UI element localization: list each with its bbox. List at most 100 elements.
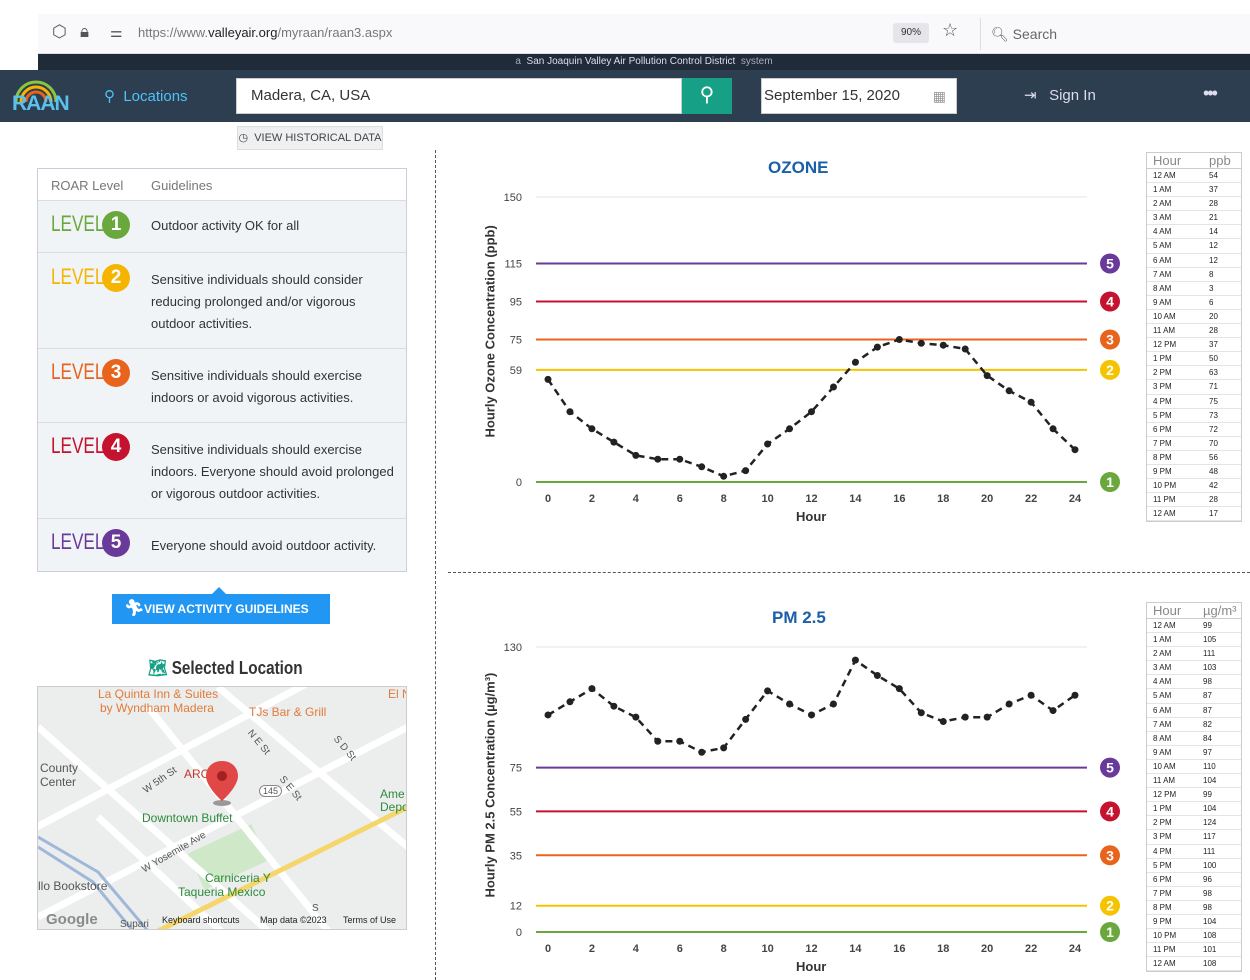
view-historical-data-button[interactable]: ◷ VIEW HISTORICAL DATA [237, 126, 383, 150]
more-menu-button[interactable]: ••• [1203, 83, 1218, 104]
pm25-data-point[interactable] [1027, 691, 1035, 699]
ozone-data-point[interactable] [654, 455, 662, 463]
location-input[interactable]: Madera, CA, USA [236, 78, 682, 114]
table-row: 9 PM 104 [1147, 915, 1241, 930]
permissions-icon[interactable]: ⚌ [110, 24, 123, 41]
pm25-data-point[interactable] [632, 713, 640, 721]
table-cell-value: 56 [1209, 452, 1218, 462]
vertical-divider [435, 150, 436, 980]
table-cell-value: 63 [1209, 368, 1218, 378]
pm25-x-tick-label: 0 [545, 943, 551, 955]
location-search-button[interactable]: ⚲ [682, 78, 732, 114]
table-row: 1 AM 105 [1147, 633, 1241, 648]
ozone-data-point[interactable] [632, 451, 640, 459]
pm25-data-point[interactable] [764, 687, 772, 695]
keyboard-shortcuts-link[interactable]: Keyboard shortcuts [162, 915, 240, 925]
pm25-data-point[interactable] [654, 737, 662, 745]
ozone-data-point[interactable] [873, 343, 881, 351]
ozone-data-point[interactable] [588, 425, 596, 433]
pm25-x-tick-label: 4 [633, 943, 640, 955]
locations-link[interactable]: ⚲ Locations [104, 87, 188, 105]
browser-search-box[interactable]: 🔍︎ Search [980, 18, 1250, 50]
map-poi-label: Ame [380, 787, 405, 801]
pm25-data-point[interactable] [829, 700, 837, 708]
pm25-data-point[interactable] [742, 715, 750, 723]
terms-of-use-link[interactable]: Terms of Use [343, 915, 396, 925]
ozone-data-point[interactable] [851, 358, 859, 366]
table-cell-value: 71 [1209, 382, 1218, 392]
bookmark-star-icon[interactable]: ☆ [942, 20, 958, 41]
pm25-data-point[interactable] [544, 711, 552, 719]
pm25-data-point[interactable] [917, 709, 925, 717]
date-picker[interactable]: September 15, 2020 ▦ [761, 78, 957, 114]
ozone-data-point[interactable] [764, 440, 772, 448]
lock-icon[interactable]: 🔒︎ [80, 22, 89, 42]
ozone-x-tick-label: 14 [849, 493, 862, 505]
ozone-data-point[interactable] [742, 467, 750, 475]
pm25-x-tick-label: 16 [893, 943, 905, 955]
pm25-data-point[interactable] [786, 700, 794, 708]
ozone-data-point[interactable] [566, 408, 574, 416]
ozone-data-point[interactable] [829, 383, 837, 391]
zoom-level-badge[interactable]: 90% [893, 23, 929, 43]
ozone-data-point[interactable] [544, 375, 552, 383]
table-cell-hour: 6 PM [1153, 424, 1172, 434]
pm25-data-point[interactable] [808, 711, 815, 719]
ozone-data-point[interactable] [808, 408, 815, 416]
table-row: 10 PM 42 [1147, 479, 1241, 494]
table-cell-value: 17 [1209, 509, 1218, 519]
pm25-data-point[interactable] [720, 744, 728, 752]
pm25-data-point[interactable] [610, 702, 618, 710]
ozone-data-point[interactable] [961, 345, 969, 353]
table-header-unit: µg/m³ [1203, 603, 1237, 618]
table-cell-hour: 2 PM [1153, 818, 1172, 828]
ozone-y-tick-label: 150 [504, 192, 522, 204]
map-poi-label: La Quinta Inn & Suites [98, 687, 219, 701]
ozone-data-point[interactable] [676, 455, 684, 463]
view-activity-guidelines-button[interactable]: 🏃︎ VIEW ACTIVITY GUIDELINES [112, 587, 330, 624]
table-cell-hour: 1 PM [1153, 354, 1172, 364]
ozone-data-point[interactable] [1071, 446, 1079, 454]
pm25-data-point[interactable] [1071, 691, 1079, 699]
ozone-data-point[interactable] [917, 339, 925, 347]
pm25-table-header: Hour µg/m³ [1147, 603, 1241, 619]
ozone-data-point[interactable] [895, 336, 903, 343]
location-map[interactable]: La Quinta Inn & Suites by Wyndham Madera… [37, 686, 407, 930]
ozone-data-point[interactable] [1049, 425, 1057, 433]
table-cell-value: 12 [1209, 241, 1218, 251]
ozone-data-point[interactable] [610, 438, 618, 446]
table-row: 7 AM 82 [1147, 718, 1241, 732]
ozone-data-point[interactable] [1005, 387, 1013, 395]
pm25-data-point[interactable] [1049, 707, 1057, 715]
pm25-data-point[interactable] [961, 713, 969, 721]
pm25-data-point[interactable] [676, 737, 684, 745]
ozone-data-point[interactable] [983, 372, 991, 380]
ozone-data-point[interactable] [786, 425, 794, 433]
pm25-data-point[interactable] [698, 748, 706, 756]
address-bar[interactable]: https://www.valleyair.org/myraan/raan3.a… [138, 25, 392, 40]
ozone-data-point[interactable] [939, 341, 947, 349]
ozone-x-tick-label: 4 [633, 493, 640, 505]
ozone-data-point[interactable] [720, 472, 728, 480]
pm25-data-point[interactable] [566, 698, 574, 706]
table-row: 3 AM 103 [1147, 661, 1241, 676]
table-cell-hour: 10 AM [1153, 311, 1176, 321]
ozone-data-point[interactable] [698, 463, 706, 471]
table-cell-value: 97 [1203, 747, 1212, 757]
table-cell-hour: 4 AM [1153, 227, 1172, 237]
ozone-data-table: Hour ppb 12 AM 54 1 AM 37 2 AM 28 3 AM 21 4 AM 14… [1146, 152, 1242, 523]
pm25-data-point[interactable] [851, 656, 859, 664]
table-cell-value: 99 [1203, 790, 1212, 800]
sign-in-icon: ⇥ [1024, 87, 1037, 104]
pm25-data-point[interactable] [983, 713, 991, 721]
pm25-data-point[interactable] [873, 672, 881, 679]
location-marker-icon[interactable] [204, 759, 244, 807]
ozone-data-point[interactable] [1027, 398, 1035, 406]
shield-icon[interactable]: ⬡ [52, 22, 67, 42]
pm25-data-point[interactable] [588, 685, 596, 693]
pm25-data-point[interactable] [895, 685, 903, 693]
pm25-data-point[interactable] [939, 718, 947, 726]
table-row: 11 PM 101 [1147, 943, 1241, 958]
pm25-data-point[interactable] [1005, 700, 1013, 708]
sign-in-button[interactable]: ⇥ Sign In [1024, 86, 1096, 104]
